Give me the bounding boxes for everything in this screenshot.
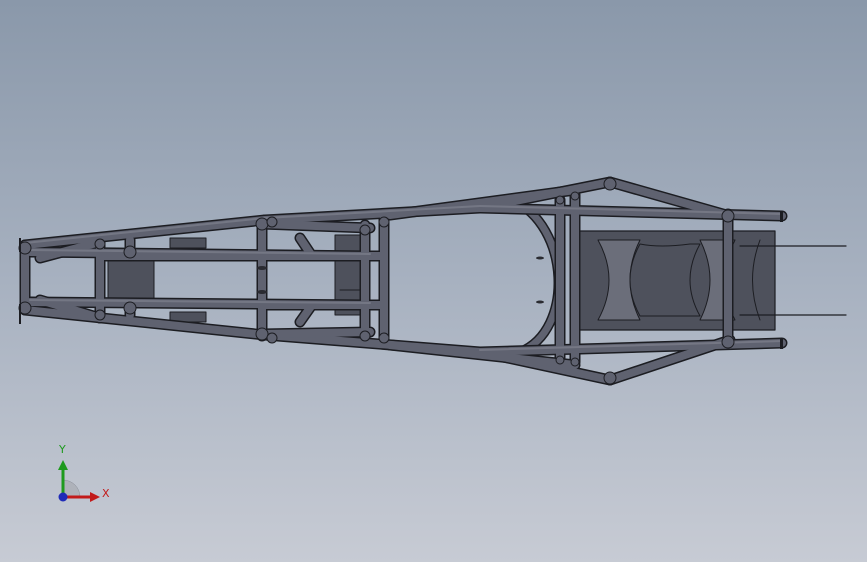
graphics-viewport[interactable]: Y X (0, 0, 867, 562)
mounting-holes (257, 256, 544, 304)
front-hoop (507, 195, 564, 357)
chassis-model[interactable] (0, 0, 867, 562)
triad-y-arrow (58, 460, 68, 470)
triad-z-axis (58, 492, 68, 502)
front-mount-block (577, 230, 847, 331)
orientation-triad: Y X (50, 440, 120, 510)
triad-x-arrow (90, 492, 100, 502)
triad-x-label: X (102, 487, 110, 500)
triad-y-label: Y (59, 443, 66, 456)
